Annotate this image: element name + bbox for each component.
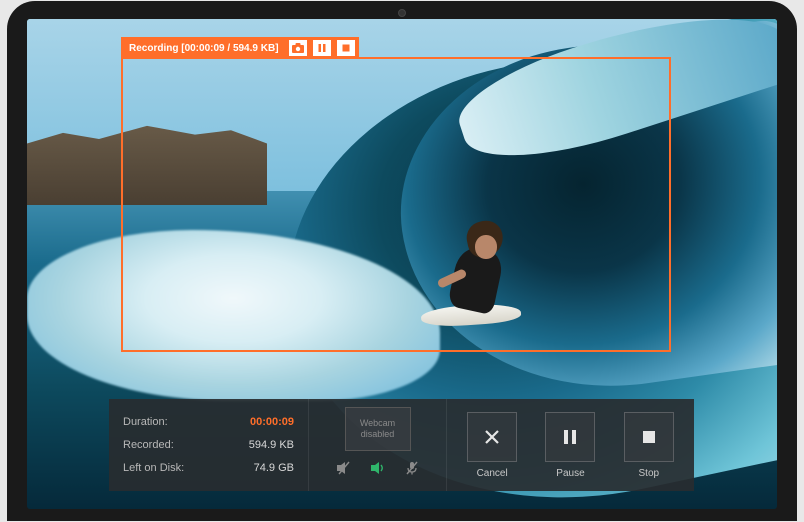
stats-section: Duration: 00:00:09 Recorded: 594.9 KB Le… [109, 399, 309, 491]
pause-label: Pause [556, 468, 584, 479]
screen: Recording [00:00:09 / 594.9 KB] Duration… [27, 19, 777, 509]
stop-header-button[interactable] [337, 40, 355, 56]
close-icon [482, 427, 502, 447]
cancel-label: Cancel [477, 468, 508, 479]
duration-label: Duration: [123, 416, 168, 428]
stop-button[interactable]: Stop [624, 412, 674, 479]
pause-icon [561, 427, 579, 447]
audio-toggles [335, 459, 421, 477]
stop-label: Stop [639, 468, 660, 479]
system-audio-icon[interactable] [335, 459, 353, 477]
laptop-camera [398, 9, 406, 17]
actions-section: Cancel Pause Stop [447, 399, 694, 491]
capture-header[interactable]: Recording [00:00:09 / 594.9 KB] [121, 37, 359, 59]
pause-button[interactable]: Pause [545, 412, 595, 479]
laptop-frame: Recording [00:00:09 / 594.9 KB] Duration… [7, 1, 797, 521]
stat-left-on-disk: Left on Disk: 74.9 GB [123, 457, 294, 479]
capture-frame[interactable]: Recording [00:00:09 / 594.9 KB] [121, 57, 671, 352]
stop-icon [640, 428, 658, 446]
speaker-icon[interactable] [369, 459, 387, 477]
left-on-disk-value: 74.9 GB [254, 462, 294, 474]
stat-duration: Duration: 00:00:09 [123, 411, 294, 433]
webcam-section: Webcam disabled [309, 399, 447, 491]
control-panel: Duration: 00:00:09 Recorded: 594.9 KB Le… [109, 399, 694, 491]
recorded-value: 594.9 KB [249, 439, 294, 451]
capture-header-text: Recording [00:00:09 / 594.9 KB] [129, 43, 279, 54]
pause-header-button[interactable] [313, 40, 331, 56]
duration-value: 00:00:09 [250, 416, 294, 428]
left-on-disk-label: Left on Disk: [123, 462, 184, 474]
recorded-label: Recorded: [123, 439, 174, 451]
microphone-icon[interactable] [403, 459, 421, 477]
cancel-button[interactable]: Cancel [467, 412, 517, 479]
webcam-preview[interactable]: Webcam disabled [345, 407, 411, 451]
screenshot-button[interactable] [289, 40, 307, 56]
stat-recorded: Recorded: 594.9 KB [123, 434, 294, 456]
